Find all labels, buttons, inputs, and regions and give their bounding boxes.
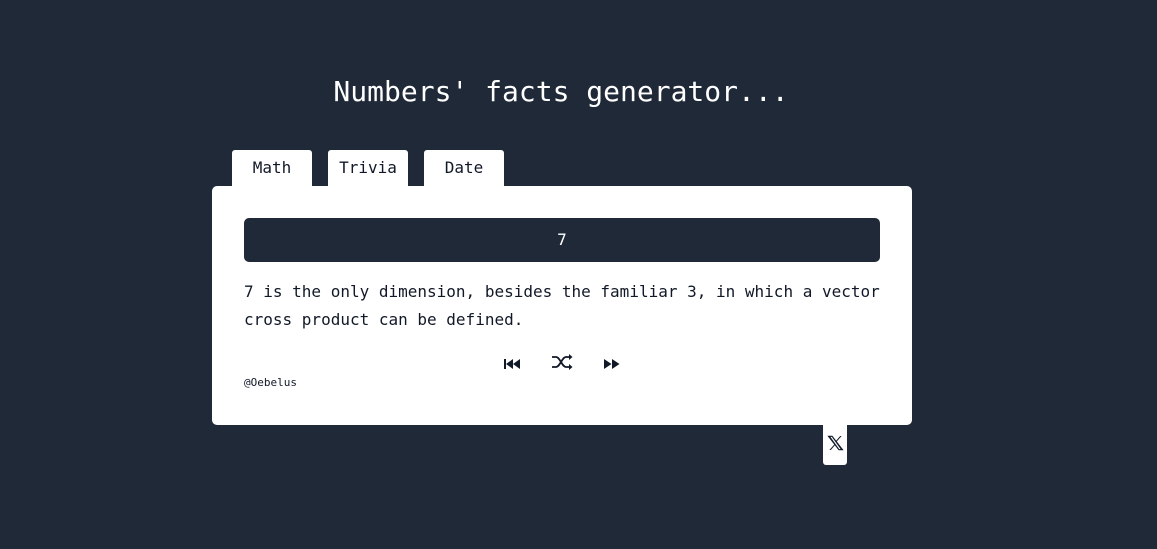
x-logo-icon [826, 435, 844, 455]
fact-card: 7 7 is the only dimension, besides the f… [212, 186, 912, 425]
fast-forward-icon [603, 355, 621, 374]
shuffle-icon [551, 353, 573, 375]
skip-previous-icon [503, 355, 521, 374]
number-display[interactable]: 7 [244, 218, 880, 262]
share-on-x-button[interactable] [823, 425, 847, 465]
page-title: Numbers' facts generator... [333, 75, 789, 108]
tab-trivia[interactable]: Trivia [328, 150, 408, 186]
author-credit[interactable]: @Oebelus [244, 376, 297, 390]
fact-controls [494, 352, 630, 376]
shuffle-button[interactable] [548, 352, 576, 376]
tab-math[interactable]: Math [232, 150, 312, 186]
fact-text: 7 is the only dimension, besides the fam… [244, 282, 880, 329]
next-button[interactable] [598, 352, 626, 376]
previous-button[interactable] [498, 352, 526, 376]
tab-date[interactable]: Date [424, 150, 504, 186]
